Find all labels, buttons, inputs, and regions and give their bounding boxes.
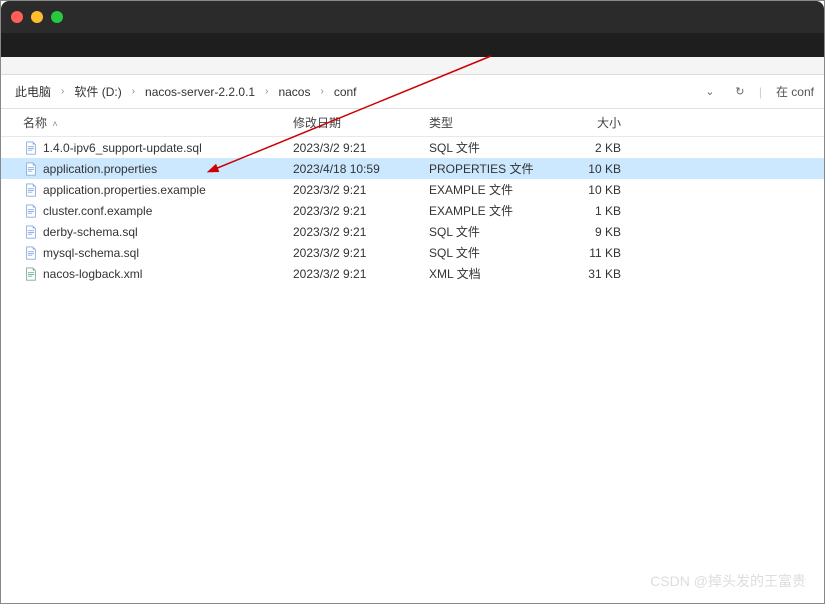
crumb-this-pc[interactable]: 此电脑	[11, 81, 55, 102]
traffic-lights	[11, 11, 63, 23]
crumb-folder[interactable]: conf	[330, 83, 361, 101]
cell-date: 2023/3/2 9:21	[293, 204, 429, 218]
maximize-icon[interactable]	[51, 11, 63, 23]
crumb-folder[interactable]: nacos	[274, 83, 314, 101]
cell-type: EXAMPLE 文件	[429, 181, 549, 198]
file-area: 名称 ˄ 修改日期 类型 大小 1.4.0-ipv6_support-updat…	[1, 109, 824, 603]
header-size[interactable]: 大小	[549, 114, 621, 131]
file-icon	[23, 224, 39, 240]
file-name: application.properties.example	[43, 183, 206, 197]
window-titlebar	[1, 1, 824, 33]
cell-type: SQL 文件	[429, 244, 549, 261]
cell-date: 2023/3/2 9:21	[293, 183, 429, 197]
file-row[interactable]: mysql-schema.sql 2023/3/2 9:21 SQL 文件 11…	[1, 242, 824, 263]
sort-indicator-icon: ˄	[52, 119, 57, 129]
chevron-right-icon[interactable]: ›	[263, 86, 270, 97]
file-icon	[23, 161, 39, 177]
crumb-drive[interactable]: 软件 (D:)	[70, 81, 125, 102]
cell-date: 2023/3/2 9:21	[293, 225, 429, 239]
file-row[interactable]: cluster.conf.example 2023/3/2 9:21 EXAMP…	[1, 200, 824, 221]
refresh-icon[interactable]: ↻	[729, 81, 751, 103]
breadcrumb[interactable]: 此电脑 › 软件 (D:) › nacos-server-2.2.0.1 › n…	[11, 81, 699, 102]
minimize-icon[interactable]	[31, 11, 43, 23]
main-panel: 名称 ˄ 修改日期 类型 大小 1.4.0-ipv6_support-updat…	[1, 109, 824, 603]
cell-size: 10 KB	[549, 183, 621, 197]
chevron-right-icon[interactable]: ›	[318, 86, 325, 97]
cell-size: 9 KB	[549, 225, 621, 239]
cell-date: 2023/3/2 9:21	[293, 246, 429, 260]
toolbar-light	[1, 57, 824, 75]
cell-name: application.properties.example	[23, 182, 293, 198]
cell-type: PROPERTIES 文件	[429, 160, 549, 177]
cell-size: 1 KB	[549, 204, 621, 218]
file-icon	[23, 245, 39, 261]
close-icon[interactable]	[11, 11, 23, 23]
cell-size: 10 KB	[549, 162, 621, 176]
watermark: CSDN @掉头发的王富贵	[650, 571, 806, 591]
file-name: 1.4.0-ipv6_support-update.sql	[43, 141, 202, 155]
history-dropdown-icon[interactable]: ⌄	[699, 81, 721, 103]
file-name: mysql-schema.sql	[43, 246, 139, 260]
cell-name: application.properties	[23, 161, 293, 177]
toolbar-dark	[1, 33, 824, 57]
header-date[interactable]: 修改日期	[293, 114, 429, 131]
file-icon	[23, 140, 39, 156]
breadcrumb-row: 此电脑 › 软件 (D:) › nacos-server-2.2.0.1 › n…	[1, 75, 824, 109]
chevron-right-icon[interactable]: ›	[59, 86, 66, 97]
cell-size: 11 KB	[549, 246, 621, 260]
file-name: derby-schema.sql	[43, 225, 138, 239]
cell-name: nacos-logback.xml	[23, 266, 293, 282]
cell-type: XML 文档	[429, 265, 549, 282]
cell-size: 31 KB	[549, 267, 621, 281]
crumb-folder[interactable]: nacos-server-2.2.0.1	[141, 83, 259, 101]
cell-date: 2023/3/2 9:21	[293, 267, 429, 281]
file-name: nacos-logback.xml	[43, 267, 142, 281]
file-name: cluster.conf.example	[43, 204, 152, 218]
header-type[interactable]: 类型	[429, 114, 549, 131]
file-row[interactable]: nacos-logback.xml 2023/3/2 9:21 XML 文档 3…	[1, 263, 824, 284]
file-name: application.properties	[43, 162, 157, 176]
file-icon	[23, 203, 39, 219]
cell-name: derby-schema.sql	[23, 224, 293, 240]
file-row[interactable]: 1.4.0-ipv6_support-update.sql 2023/3/2 9…	[1, 137, 824, 158]
header-name-label: 名称	[23, 116, 47, 130]
separator: |	[759, 85, 762, 99]
cell-type: SQL 文件	[429, 223, 549, 240]
cell-name: mysql-schema.sql	[23, 245, 293, 261]
search-hint[interactable]: 在 conf	[776, 83, 814, 100]
nav-controls: ⌄ ↻ | 在 conf	[699, 81, 814, 103]
file-row[interactable]: derby-schema.sql 2023/3/2 9:21 SQL 文件 9 …	[1, 221, 824, 242]
cell-date: 2023/3/2 9:21	[293, 141, 429, 155]
cell-name: 1.4.0-ipv6_support-update.sql	[23, 140, 293, 156]
cell-size: 2 KB	[549, 141, 621, 155]
file-icon	[23, 266, 39, 282]
cell-type: EXAMPLE 文件	[429, 202, 549, 219]
file-row[interactable]: application.properties.example 2023/3/2 …	[1, 179, 824, 200]
file-list: 1.4.0-ipv6_support-update.sql 2023/3/2 9…	[1, 137, 824, 284]
chevron-right-icon[interactable]: ›	[130, 86, 137, 97]
cell-name: cluster.conf.example	[23, 203, 293, 219]
cell-type: SQL 文件	[429, 139, 549, 156]
header-name[interactable]: 名称 ˄	[23, 114, 293, 131]
file-icon	[23, 182, 39, 198]
file-row[interactable]: application.properties 2023/4/18 10:59 P…	[1, 158, 824, 179]
cell-date: 2023/4/18 10:59	[293, 162, 429, 176]
column-headers: 名称 ˄ 修改日期 类型 大小	[1, 109, 824, 137]
